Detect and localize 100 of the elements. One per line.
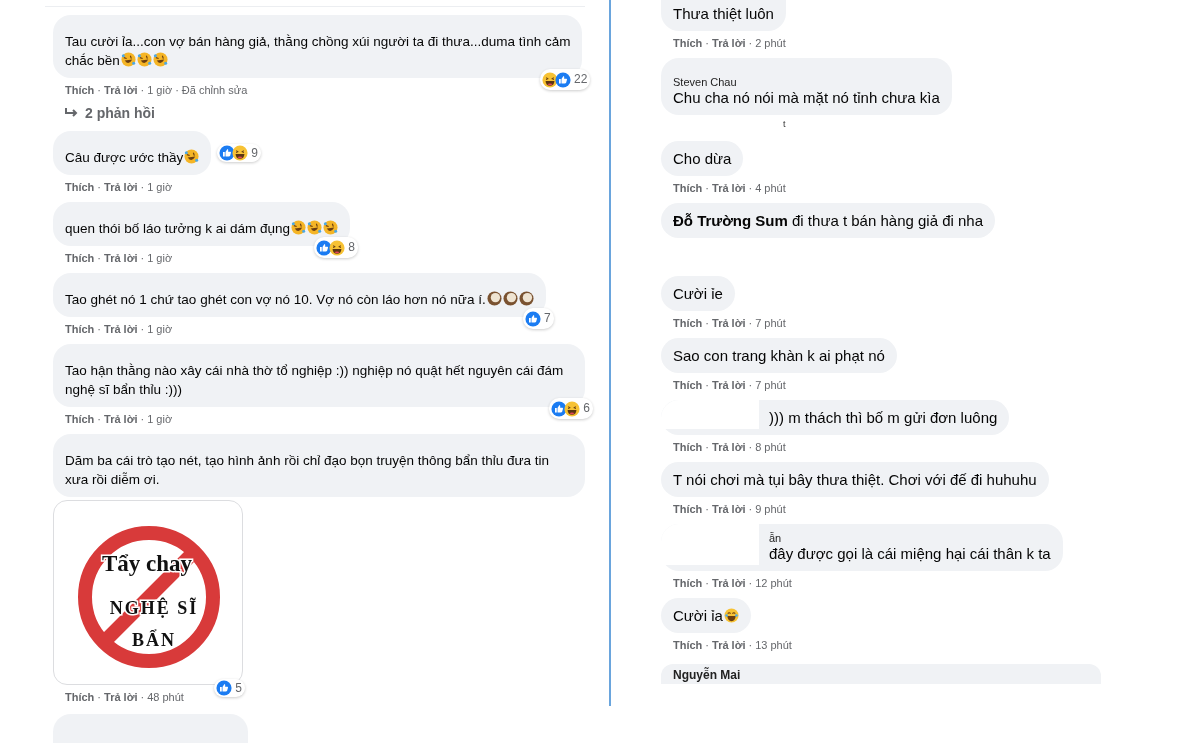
comment-action[interactable]: Trả lời — [104, 322, 138, 336]
comment-action[interactable]: Thích — [673, 316, 703, 330]
separator-text: · — [97, 251, 101, 265]
separator-text: · — [748, 316, 753, 330]
comment-text: Tau cười ỉa...con vợ bán hàng giả, thằng chồng xúi người ta đi thưa...duma tình cảm — [65, 34, 571, 49]
comment-time[interactable]: 9 phút — [755, 502, 786, 516]
comment-time[interactable]: 8 phút — [755, 440, 786, 454]
comment-time[interactable]: 4 phút — [755, 181, 786, 195]
comment-action[interactable]: Trả lời — [712, 638, 746, 652]
separator-text: · — [97, 83, 101, 97]
comment-author[interactable]: Nguyễn Mai — [661, 664, 1101, 684]
like-reaction-icon — [551, 400, 568, 417]
coconut-emoji-icon — [502, 291, 518, 306]
comment-action[interactable]: Trả lời — [104, 251, 138, 265]
rofl-emoji-icon — [136, 52, 152, 67]
reply-arrow-icon — [65, 107, 79, 119]
comment-action[interactable]: Thích — [65, 412, 95, 426]
haha-reaction-icon — [542, 71, 559, 88]
comment-action[interactable]: Thích — [673, 36, 703, 50]
comment-action[interactable]: Thích — [65, 690, 95, 704]
comment-action[interactable]: Trả lời — [104, 180, 138, 194]
reactions-pill[interactable]: 7 — [523, 308, 554, 329]
comment-action[interactable]: Trả lời — [104, 690, 138, 704]
comment-text: quen thói bố láo tưởng k ai dám đụng — [65, 221, 291, 236]
comment-action[interactable]: Trả lời — [104, 412, 138, 426]
separator-text: · — [705, 36, 709, 50]
comment-time[interactable]: 7 phút — [755, 378, 786, 392]
rofl-emoji-icon — [323, 220, 339, 235]
separator-text: · — [748, 181, 753, 195]
comment-time[interactable]: 12 phút — [755, 576, 792, 590]
comment-action[interactable]: Thích — [673, 181, 703, 195]
comment-action[interactable]: Trả lời — [712, 440, 746, 454]
comment-text: Thưa thiệt luôn — [673, 5, 774, 22]
comment-action[interactable]: Trả lời — [712, 378, 746, 392]
reactions-pill[interactable]: 6 — [549, 398, 593, 419]
comment-time[interactable]: 1 giờ — [147, 322, 173, 336]
haha-reaction-icon — [564, 400, 581, 417]
like-reaction-icon — [216, 680, 233, 696]
reactions-pill[interactable]: 22 — [540, 69, 591, 90]
comment-action[interactable]: Trả lời — [712, 181, 746, 195]
reaction-count: 22 — [574, 71, 588, 88]
comment-time[interactable]: 7 phút — [755, 316, 786, 330]
replies-link[interactable]: 2 phản hồi — [65, 105, 155, 121]
comment-action[interactable]: Thích — [65, 180, 95, 194]
comment-action[interactable]: Trả lời — [712, 576, 746, 590]
comment-action[interactable]: Thích — [673, 576, 703, 590]
rofl-emoji-icon — [291, 220, 307, 235]
comment-time[interactable]: 1 giờ — [147, 83, 173, 97]
comment-author[interactable]: Steven Chau — [673, 76, 940, 88]
comment-action[interactable]: Trả lời — [104, 83, 138, 97]
separator-text: · — [748, 638, 753, 652]
separator-text: · — [140, 412, 145, 426]
comment-action[interactable]: Thích — [673, 638, 703, 652]
comment-action[interactable]: Thích — [65, 322, 95, 336]
separator-text: · — [140, 83, 145, 97]
like-reaction-icon — [555, 71, 572, 88]
comment-time[interactable]: 13 phút — [755, 638, 792, 652]
separator-text: · — [748, 440, 753, 454]
reactions-pill[interactable]: 9 — [217, 144, 261, 162]
comment-text: ))) m thách thì bố m gửi đơn luông — [769, 409, 998, 426]
comment-action[interactable]: Thích — [673, 502, 703, 516]
comment-action[interactable]: Thích — [673, 378, 703, 392]
stray-text: t — [783, 119, 786, 129]
comment-action[interactable]: Trả lời — [712, 502, 746, 516]
comment-time[interactable]: 1 giờ — [147, 180, 173, 194]
comment-author[interactable]: ẫn — [769, 532, 1051, 544]
rofl-emoji-icon — [307, 220, 323, 235]
comment-time[interactable]: 1 giờ — [147, 412, 173, 426]
comment-action[interactable]: Trả lời — [712, 36, 746, 50]
rofl-emoji-icon — [152, 52, 168, 67]
sticker-text: BẨN — [132, 630, 176, 650]
haha-reaction-icon — [329, 239, 346, 256]
comment-action[interactable]: Thích — [673, 440, 703, 454]
reaction-count: 7 — [544, 310, 551, 327]
comment-time[interactable]: 1 giờ — [147, 251, 173, 265]
separator-text: · — [705, 181, 709, 195]
separator-text: · — [705, 576, 709, 590]
comment-time[interactable]: 48 phút — [147, 690, 184, 704]
comment-action[interactable]: Thích — [65, 251, 95, 265]
rofl-emoji-icon — [120, 52, 136, 67]
comment-text: Tao hận thằng nào xây cái nhà thờ tổ nghiệp :)) nghiệp nó quật hết nguyên cái đám nghệ sĩ bẩn thỉu :))) — [65, 363, 564, 397]
like-reaction-icon — [525, 310, 541, 327]
comment-action[interactable]: Thích — [65, 83, 95, 97]
comment-text: đây được gọi là cái miệng hại cái thân k ta — [769, 545, 1051, 562]
coconut-emoji-icon — [518, 291, 534, 306]
separator-text: · — [97, 322, 101, 336]
comment-time[interactable]: 2 phút — [755, 36, 786, 50]
like-reaction-icon — [219, 145, 236, 161]
separator-text: · — [140, 251, 145, 265]
separator-text: · — [705, 378, 709, 392]
separator-text: · — [748, 576, 753, 590]
comment-action[interactable]: Trả lời — [712, 316, 746, 330]
reactions-pill[interactable]: 8 — [314, 237, 359, 258]
reaction-count: 9 — [251, 146, 258, 160]
comment-text: Đỗ Trường Sum đi thưa t bán hàng giả đi nha — [673, 212, 984, 229]
reactions-pill[interactable]: 5 — [214, 679, 245, 697]
reaction-count: 8 — [348, 239, 356, 256]
comment-text: Cười ỉa — [673, 607, 723, 624]
separator-text: · — [705, 638, 709, 652]
separator-text: · — [748, 36, 753, 50]
